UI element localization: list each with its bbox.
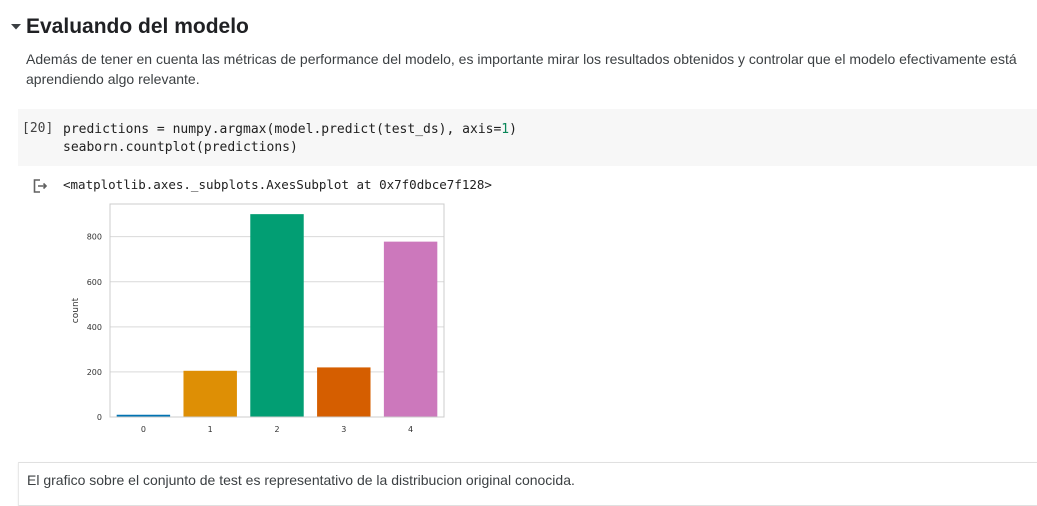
code-line-1-end: ) bbox=[509, 122, 517, 137]
x-tick-label: 3 bbox=[341, 425, 346, 434]
code-cell[interactable]: [20] predictions = numpy.argmax(model.pr… bbox=[18, 109, 1037, 166]
section-title: Evaluando del modelo bbox=[26, 15, 249, 38]
y-tick-label: 200 bbox=[87, 368, 102, 377]
x-tick-label: 0 bbox=[141, 425, 146, 434]
y-tick-label: 600 bbox=[87, 278, 102, 287]
markdown-cell[interactable]: El grafico sobre el conjunto de test es … bbox=[18, 462, 1037, 506]
bar bbox=[250, 214, 304, 417]
countplot-chart: 0 200 400 600 800 0 1 2 3 4 count bbox=[71, 203, 445, 434]
collapse-caret-icon[interactable] bbox=[6, 17, 26, 37]
code-line-2: seaborn.countplot(predictions) bbox=[63, 140, 298, 155]
bar bbox=[317, 367, 371, 417]
code-line-1-text: predictions = numpy.argmax(model.predict… bbox=[63, 122, 502, 137]
y-tick-label: 0 bbox=[97, 413, 102, 422]
markdown-text: El grafico sobre el conjunto de test es … bbox=[27, 472, 575, 488]
y-axis-label: count bbox=[71, 297, 81, 323]
y-tick-label: 800 bbox=[87, 233, 102, 242]
code-editor[interactable]: predictions = numpy.argmax(model.predict… bbox=[63, 121, 517, 157]
bar bbox=[183, 370, 237, 417]
x-tick-label: 1 bbox=[208, 425, 213, 434]
code-line-1: predictions = numpy.argmax(model.predict… bbox=[63, 122, 517, 137]
section-heading: Evaluando del modelo bbox=[6, 12, 249, 42]
output-repr: <matplotlib.axes._subplots.AxesSubplot a… bbox=[63, 177, 492, 192]
y-tick-label: 400 bbox=[87, 323, 102, 332]
execution-count: [20] bbox=[22, 121, 54, 136]
code-number: 1 bbox=[501, 122, 510, 137]
output-redirect-icon[interactable] bbox=[31, 177, 49, 195]
section-description: Además de tener en cuenta las métricas d… bbox=[26, 51, 1017, 87]
bar bbox=[383, 241, 438, 417]
x-tick-label: 2 bbox=[274, 425, 279, 434]
x-tick-label: 4 bbox=[408, 425, 413, 434]
